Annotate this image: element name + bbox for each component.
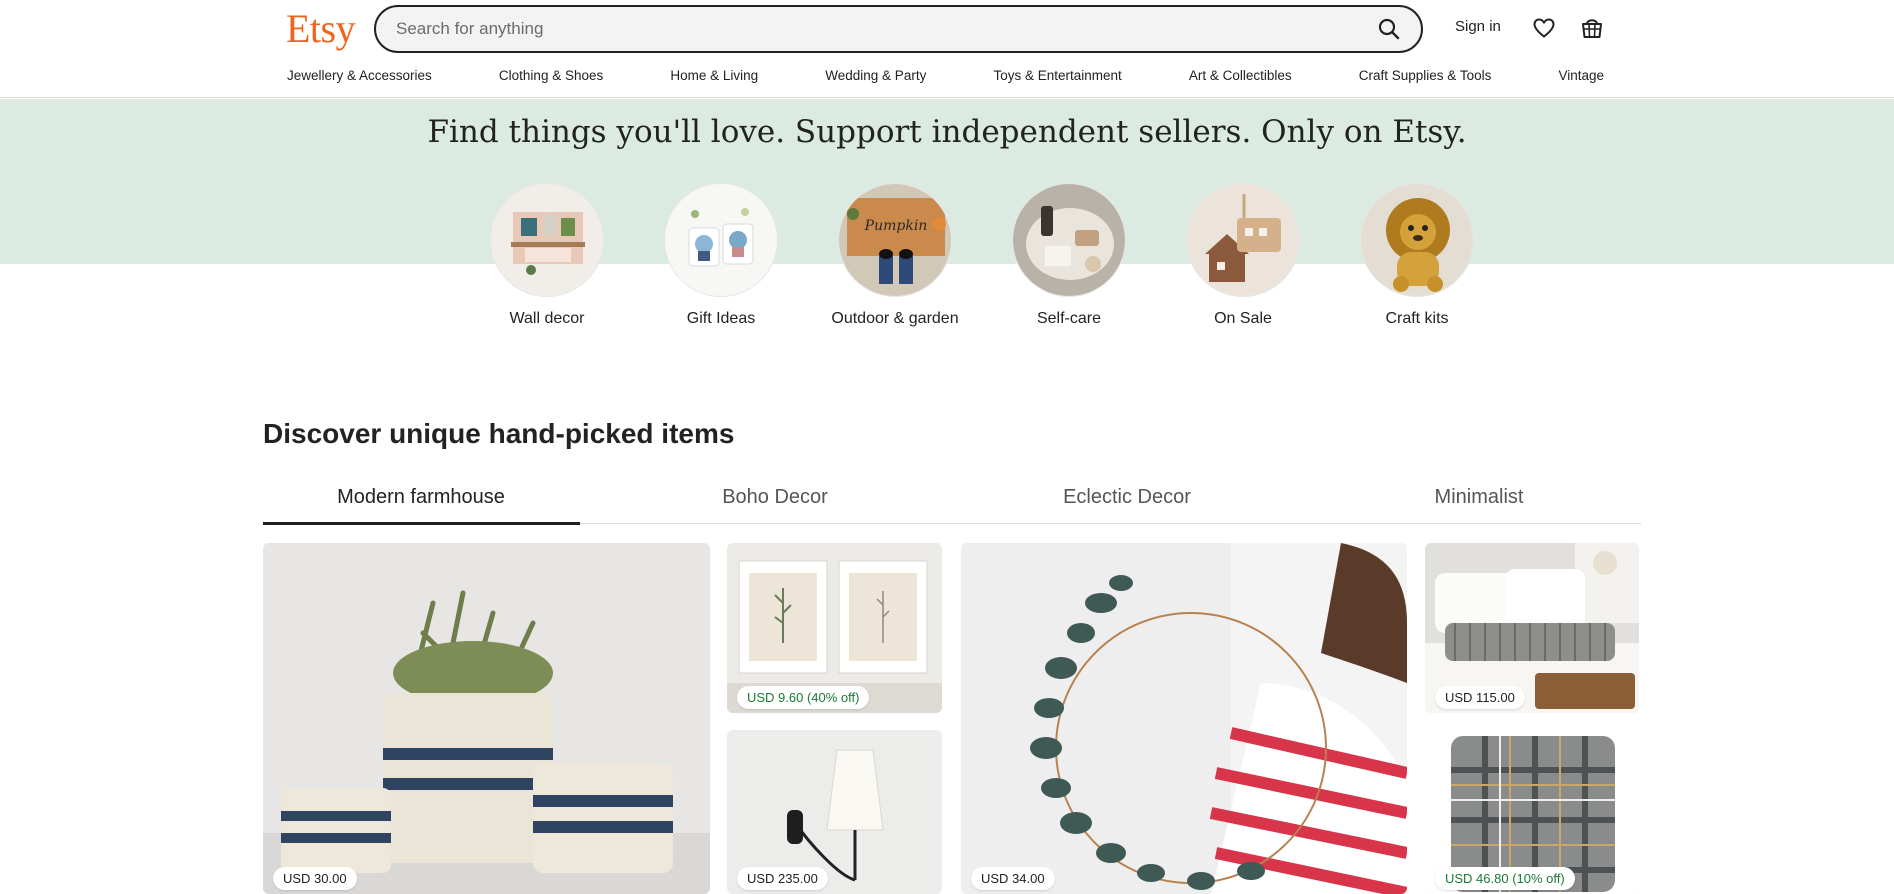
circle-craft-kits[interactable]: Craft kits [1330, 183, 1504, 329]
price-badge: USD 9.60 (40% off) [737, 686, 870, 709]
tab-eclectic-decor[interactable]: Eclectic Decor [969, 486, 1285, 509]
nav-item-jewellery[interactable]: Jewellery & Accessories [287, 68, 432, 88]
style-tabs: Modern farmhouse Boho Decor Eclectic Dec… [263, 478, 1641, 525]
nav-item-home-living[interactable]: Home & Living [670, 68, 758, 88]
svg-text:Pumpkin: Pumpkin [864, 218, 928, 234]
sign-in-link[interactable]: Sign in [1455, 18, 1501, 35]
tab-boho-decor[interactable]: Boho Decor [617, 486, 933, 509]
product-card[interactable]: USD 46.80 (10% off) [1425, 730, 1639, 894]
circle-outdoor-garden[interactable]: Pumpkin Outdoor & garden [808, 183, 982, 329]
active-tab-indicator [263, 522, 580, 525]
search-input[interactable] [394, 7, 1334, 51]
nav-item-clothing[interactable]: Clothing & Shoes [499, 68, 603, 88]
product-card[interactable]: USD 34.00 [961, 543, 1407, 894]
craft-kits-image [1360, 183, 1474, 297]
etsy-logo[interactable]: Etsy [286, 6, 356, 52]
self-care-image [1012, 183, 1126, 297]
hero-title: Find things you'll love. Support indepen… [427, 114, 1467, 150]
product-card[interactable]: USD 9.60 (40% off) [727, 543, 942, 713]
search-bar[interactable] [374, 5, 1423, 53]
price-badge: USD 235.00 [737, 867, 828, 890]
product-card[interactable]: USD 30.00 [263, 543, 710, 894]
circle-label: Wall decor [509, 310, 585, 327]
nav-item-toys[interactable]: Toys & Entertainment [993, 68, 1121, 88]
section-title: Discover unique hand-picked items [263, 418, 735, 449]
product-image [263, 543, 710, 894]
circle-label: On Sale [1214, 310, 1272, 327]
circle-label: Outdoor & garden [831, 310, 959, 327]
circle-label: Craft kits [1385, 310, 1449, 327]
gift-ideas-image [664, 183, 778, 297]
circle-self-care[interactable]: Self-care [982, 183, 1156, 329]
nav-item-wedding[interactable]: Wedding & Party [825, 68, 926, 88]
circle-label: Gift Ideas [686, 310, 756, 327]
circle-label: Self-care [1036, 310, 1102, 327]
basket-icon[interactable] [1580, 15, 1604, 41]
tab-minimalist[interactable]: Minimalist [1321, 486, 1637, 509]
circle-gift-ideas[interactable]: Gift Ideas [634, 183, 808, 329]
category-circles: Wall decor Gift Ideas Pumpkin Outdoor & … [460, 183, 1474, 353]
heart-icon[interactable] [1532, 16, 1556, 40]
price-badge: USD 46.80 (10% off) [1435, 867, 1575, 890]
circle-wall-decor[interactable]: Wall decor [460, 183, 634, 329]
circle-on-sale[interactable]: On Sale [1156, 183, 1330, 329]
category-nav: Jewellery & Accessories Clothing & Shoes… [287, 68, 1604, 88]
outdoor-garden-image: Pumpkin [838, 183, 952, 297]
price-badge: USD 30.00 [273, 867, 357, 890]
search-icon[interactable] [1377, 17, 1401, 41]
on-sale-image [1186, 183, 1300, 297]
product-image [961, 543, 1407, 894]
tab-modern-farmhouse[interactable]: Modern farmhouse [263, 486, 579, 509]
price-badge: USD 34.00 [971, 867, 1055, 890]
product-card[interactable]: USD 235.00 [727, 730, 942, 894]
nav-item-vintage[interactable]: Vintage [1558, 68, 1604, 88]
price-badge: USD 115.00 [1435, 686, 1525, 709]
wall-decor-image [490, 183, 604, 297]
product-card[interactable]: USD 115.00 [1425, 543, 1639, 713]
nav-item-art[interactable]: Art & Collectibles [1189, 68, 1292, 88]
nav-item-craft-supplies[interactable]: Craft Supplies & Tools [1359, 68, 1492, 88]
site-header: Etsy Sign in Jewellery & Accessories Clo… [0, 0, 1894, 98]
